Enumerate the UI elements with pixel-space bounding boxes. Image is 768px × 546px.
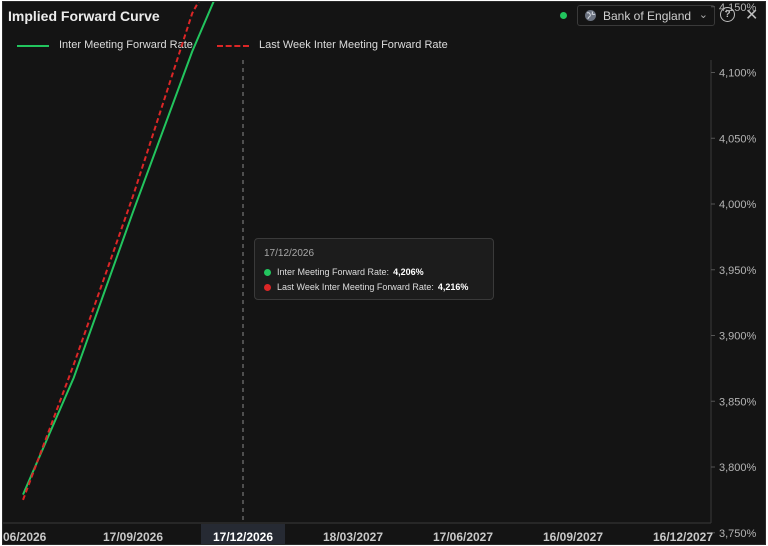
tooltip-dot-last-week [264, 284, 271, 292]
x-tick-label: 16/12/2027 [653, 530, 713, 544]
tooltip-row-last-week: Last Week Inter Meeting Forward Rate: 4,2… [264, 282, 468, 292]
x-tick-label: 17/09/2026 [103, 530, 163, 544]
y-tick-label: 3,950% [719, 265, 757, 277]
tooltip-date: 17/12/2026 [264, 248, 315, 259]
y-tick-label: 3,850% [719, 396, 757, 408]
y-tick-label: 4,100% [719, 68, 757, 80]
x-tick-label: 17/12/2026 [213, 530, 273, 544]
y-tick-label: 3,750% [719, 528, 757, 540]
chart-panel: Implied Forward Curve Bank of England ⌄ … [2, 1, 766, 545]
tooltip-value-last-week: 4,216% [437, 282, 469, 292]
y-tick-label: 4,050% [719, 133, 757, 145]
y-tick-label: 4,150% [719, 2, 757, 14]
tooltip-label-last-week: Last Week Inter Meeting Forward Rate: [277, 282, 434, 292]
y-tick-label: 3,900% [719, 331, 757, 343]
x-tick-label: /06/2026 [3, 530, 47, 544]
y-tick-label: 3,800% [719, 462, 757, 474]
tooltip-label-current: Inter Meeting Forward Rate: [277, 267, 390, 277]
y-tick-label: 4,000% [719, 199, 757, 211]
tooltip-value-current: 4,206% [393, 267, 424, 277]
tooltip-row-current: Inter Meeting Forward Rate: 4,206% [264, 267, 424, 277]
x-tick-label: 18/03/2027 [323, 530, 383, 544]
x-tick-label: 16/09/2027 [543, 530, 603, 544]
tooltip-dot-current [264, 269, 271, 277]
x-tick-label: 17/06/2027 [433, 530, 493, 544]
chart-tooltip: 17/12/2026 Inter Meeting Forward Rate: 4,… [254, 238, 494, 300]
